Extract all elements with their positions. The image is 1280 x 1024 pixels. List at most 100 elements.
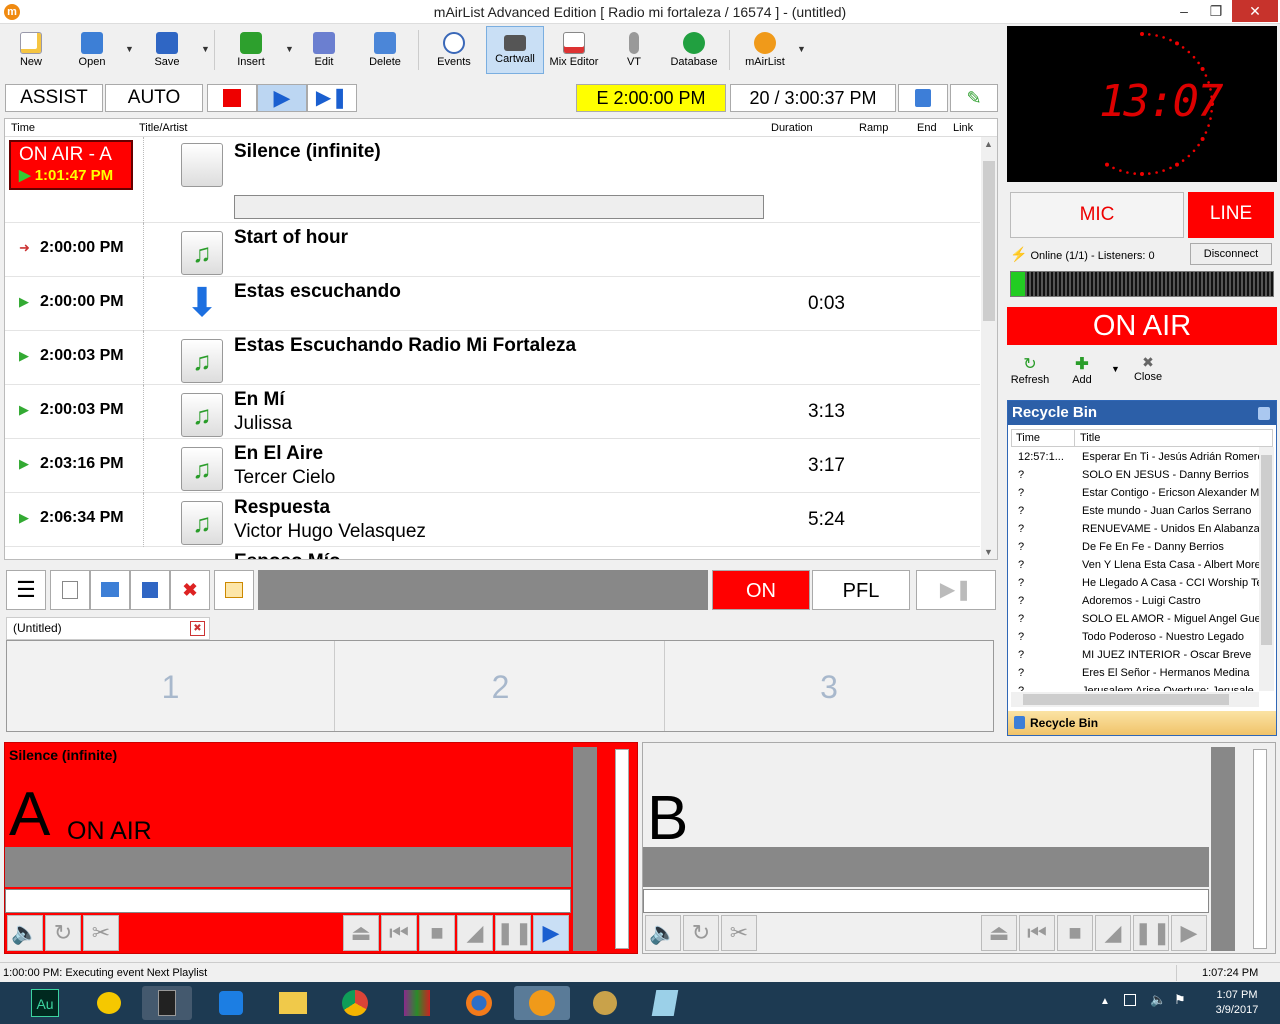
recycle-bin-footer[interactable]: Recycle Bin bbox=[1008, 711, 1276, 735]
open-button[interactable]: Open bbox=[70, 28, 114, 74]
player-b-pause-button[interactable]: ❚❚ bbox=[1133, 915, 1171, 951]
mic-button[interactable]: MIC bbox=[1010, 192, 1184, 238]
disconnect-button[interactable]: Disconnect bbox=[1190, 243, 1272, 265]
mairlist-button[interactable]: mAirList bbox=[740, 28, 790, 74]
recycle-bin-item[interactable]: ? RENUEVAME - Unidos En Alabanza bbox=[1018, 523, 1264, 541]
close-panel-button[interactable]: ✖ Close bbox=[1128, 354, 1168, 383]
cart-on-button[interactable]: ON bbox=[712, 570, 810, 610]
player-b-stop-button[interactable]: ■ bbox=[1057, 915, 1093, 951]
scroll-thumb[interactable] bbox=[1261, 455, 1272, 645]
recycle-bin-item[interactable]: ? Ven Y Llena Esta Casa - Albert Morer bbox=[1018, 559, 1264, 577]
edit-button[interactable]: Edit bbox=[304, 28, 344, 74]
open-dropdown-icon[interactable]: ▼ bbox=[125, 44, 134, 54]
recycle-toggle-button[interactable] bbox=[898, 84, 948, 112]
tray-volume-icon[interactable]: 🔈 bbox=[1150, 992, 1166, 1008]
recycle-bin-item[interactable]: ? SOLO EL AMOR - Miguel Angel Guerra bbox=[1018, 613, 1264, 631]
cartwall-button[interactable]: Cartwall bbox=[486, 26, 544, 74]
stop-button[interactable] bbox=[207, 84, 257, 112]
taskbar-network[interactable] bbox=[580, 986, 630, 1020]
cart-new-button[interactable] bbox=[50, 570, 90, 610]
playlist-row-onair[interactable]: ON AIR - A ▶ 1:01:47 PM Silence (infinit… bbox=[5, 137, 980, 223]
cart-save-button[interactable] bbox=[130, 570, 170, 610]
taskbar-winrar[interactable] bbox=[392, 986, 442, 1020]
cart-next-button[interactable]: ▶❚ bbox=[916, 570, 996, 610]
tray-network-icon[interactable] bbox=[1124, 994, 1136, 1006]
playlist-row-partial[interactable]: Esposo Mío bbox=[5, 547, 980, 559]
auto-button[interactable]: AUTO bbox=[105, 84, 203, 112]
cart-slot[interactable]: 3 bbox=[665, 641, 993, 731]
taskbar-chrome[interactable] bbox=[330, 986, 380, 1020]
line-button[interactable]: LINE bbox=[1188, 192, 1274, 238]
player-b-play-button[interactable]: ▶ bbox=[1171, 915, 1207, 951]
mix-editor-button[interactable]: Mix Editor bbox=[548, 28, 600, 74]
taskbar-mairlist[interactable] bbox=[514, 986, 570, 1020]
maximize-button[interactable]: ❐ bbox=[1200, 0, 1232, 22]
save-dropdown-icon[interactable]: ▼ bbox=[201, 44, 210, 54]
taskbar-explorer[interactable] bbox=[268, 986, 318, 1020]
player-b-volume-button[interactable]: 🔈 bbox=[645, 915, 681, 951]
playlist-row[interactable]: ▶ 2:00:03 PM ♫ Estas Escuchando Radio Mi… bbox=[5, 331, 980, 385]
scroll-thumb[interactable] bbox=[1023, 694, 1229, 705]
database-button[interactable]: Database bbox=[668, 28, 720, 74]
player-b-rewind-button[interactable]: ⏮ bbox=[1019, 915, 1055, 951]
recycle-bin-item[interactable]: ? Estar Contigo - Ericson Alexander M... bbox=[1018, 487, 1264, 505]
cart-tab[interactable]: (Untitled) ✖ bbox=[6, 617, 210, 640]
player-a-rewind-button[interactable]: ⏮ bbox=[381, 915, 417, 951]
cart-open-button[interactable] bbox=[90, 570, 130, 610]
play-button[interactable]: ▶ bbox=[257, 84, 307, 112]
player-a-volume-slider[interactable] bbox=[615, 749, 629, 949]
add-button[interactable]: ✚ Add bbox=[1064, 354, 1100, 386]
cart-slot[interactable]: 2 bbox=[337, 641, 665, 731]
player-b-volume-slider[interactable] bbox=[1253, 749, 1267, 949]
next-button[interactable]: ▶❚ bbox=[307, 84, 357, 112]
recycle-bin-item[interactable]: ? He Llegado A Casa - CCI Worship Te bbox=[1018, 577, 1264, 595]
refresh-button[interactable]: ↻ Refresh bbox=[1010, 354, 1050, 386]
save-button[interactable]: Save bbox=[145, 28, 189, 74]
player-b-cut-button[interactable]: ✂ bbox=[721, 915, 757, 951]
scroll-thumb[interactable] bbox=[983, 161, 995, 321]
recycle-scrollbar-h[interactable] bbox=[1011, 692, 1259, 707]
playlist-row[interactable]: ➜ 2:00:00 PM ♫ Start of hour bbox=[5, 223, 980, 277]
player-b-fade-button[interactable]: ◢ bbox=[1095, 915, 1131, 951]
recycle-bin-item[interactable]: 12:57:1... Esperar En Ti - Jesús Adrián R… bbox=[1018, 451, 1264, 469]
scroll-up-icon[interactable]: ▲ bbox=[984, 139, 993, 149]
cart-clear-button[interactable]: ✖ bbox=[170, 570, 210, 610]
taskbar-speaker[interactable] bbox=[142, 986, 192, 1020]
playlist-row[interactable]: ▶ 2:00:03 PM ♫ En Mí Julissa 3:13 bbox=[5, 385, 980, 439]
player-a-loop-button[interactable]: ↻ bbox=[45, 915, 81, 951]
recycle-bin-item[interactable]: ? Jerusalem Arise Overture: Jerusale bbox=[1018, 685, 1264, 691]
cart-options-button[interactable] bbox=[214, 570, 254, 610]
cart-pfl-button[interactable]: PFL bbox=[812, 570, 910, 610]
events-button[interactable]: Events bbox=[432, 28, 476, 74]
taskbar-teamviewer[interactable] bbox=[206, 986, 256, 1020]
player-a-cut-button[interactable]: ✂ bbox=[83, 915, 119, 951]
taskbar-firefox[interactable] bbox=[454, 986, 504, 1020]
tray-expand-icon[interactable]: ▲ bbox=[1100, 996, 1110, 1007]
playlist-row[interactable]: ▶ 2:00:00 PM ⬇ Estas escuchando 0:03 bbox=[5, 277, 980, 331]
close-button[interactable]: ✕ bbox=[1232, 0, 1278, 22]
player-a-volume-button[interactable]: 🔈 bbox=[7, 915, 43, 951]
assist-button[interactable]: ASSIST bbox=[5, 84, 103, 112]
player-b-eject-button[interactable]: ⏏ bbox=[981, 915, 1017, 951]
player-b-loop-button[interactable]: ↻ bbox=[683, 915, 719, 951]
minimize-button[interactable]: – bbox=[1168, 0, 1200, 22]
mairlist-dropdown-icon[interactable]: ▼ bbox=[797, 44, 806, 54]
insert-dropdown-icon[interactable]: ▼ bbox=[285, 44, 294, 54]
player-a-pause-button[interactable]: ❚❚ bbox=[495, 915, 533, 951]
player-a-play-button[interactable]: ▶ bbox=[533, 915, 569, 951]
recycle-bin-item[interactable]: ? Adoremos - Luigi Castro bbox=[1018, 595, 1264, 613]
recycle-bin-item[interactable]: ? Eres El Señor - Hermanos Medina bbox=[1018, 667, 1264, 685]
player-a-eject-button[interactable]: ⏏ bbox=[343, 915, 379, 951]
delete-button[interactable]: Delete bbox=[364, 28, 406, 74]
close-tab-icon[interactable]: ✖ bbox=[190, 621, 205, 636]
playlist-row[interactable]: ▶ 2:03:16 PM ♫ En El Aire Tercer Cielo 3… bbox=[5, 439, 980, 493]
recycle-bin-item[interactable]: ? SOLO EN JESUS - Danny Berrios bbox=[1018, 469, 1264, 487]
taskbar-notes[interactable] bbox=[640, 986, 690, 1020]
recycle-bin-item[interactable]: ? De Fe En Fe - Danny Berrios bbox=[1018, 541, 1264, 559]
add-dropdown-icon[interactable]: ▼ bbox=[1111, 364, 1120, 374]
cart-menu-button[interactable]: ☰ bbox=[6, 570, 46, 610]
taskbar-audition[interactable]: Au bbox=[20, 986, 70, 1020]
cart-slot[interactable]: 1 bbox=[7, 641, 335, 731]
taskbar-duck[interactable] bbox=[84, 986, 134, 1020]
recycle-bin-item[interactable]: ? Todo Poderoso - Nuestro Legado bbox=[1018, 631, 1264, 649]
